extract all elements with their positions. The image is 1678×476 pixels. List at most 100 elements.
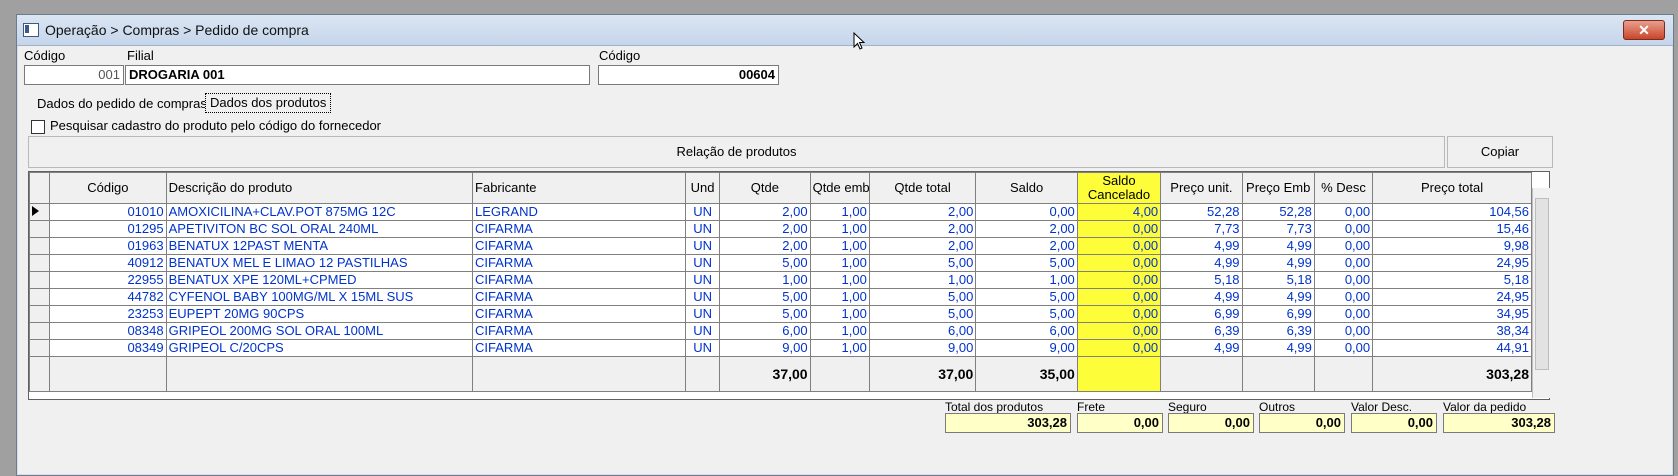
cell-preco-total[interactable]: 38,34 <box>1372 322 1532 340</box>
cell-fabricante[interactable]: CIFARMA <box>472 305 687 323</box>
table-row[interactable]: 01963 BENATUX 12PAST MENTA CIFARMA UN 2,00 1,… <box>28 237 1532 255</box>
cell-qtde-total[interactable]: 9,00 <box>868 339 977 357</box>
col-header[interactable]: Und <box>685 172 721 204</box>
cell-saldo[interactable]: 9,00 <box>975 339 1078 357</box>
cell-qtde-emb[interactable]: 1,00 <box>809 254 870 272</box>
products-grid[interactable]: Código Descrição do produto Fabricante U… <box>28 171 1550 400</box>
cell-desc[interactable]: 0,00 <box>1313 254 1374 272</box>
cell-fabricante[interactable]: CIFARMA <box>472 288 687 306</box>
cell-qtde-emb[interactable]: 1,00 <box>809 288 870 306</box>
cell-desc[interactable]: 0,00 <box>1313 305 1374 323</box>
cell-saldo-cancelado[interactable]: 0,00 <box>1076 220 1162 238</box>
col-header[interactable]: Preço Emb <box>1241 172 1315 204</box>
cell-desc[interactable]: 0,00 <box>1313 288 1374 306</box>
filial-field[interactable]: DROGARIA 001 <box>125 65 590 85</box>
cell-fabricante[interactable]: CIFARMA <box>472 339 687 357</box>
cell-qtde[interactable]: 6,00 <box>719 322 811 340</box>
cell-preco-emb[interactable]: 4,99 <box>1241 237 1315 255</box>
cell-saldo-cancelado[interactable]: 0,00 <box>1076 288 1162 306</box>
cell-saldo[interactable]: 5,00 <box>975 305 1078 323</box>
cell-qtde-emb[interactable]: 1,00 <box>809 322 870 340</box>
cell-qtde-emb[interactable]: 1,00 <box>809 305 870 323</box>
cell-qtde[interactable]: 5,00 <box>719 305 811 323</box>
cell-qtde-emb[interactable]: 1,00 <box>809 237 870 255</box>
cell-codigo[interactable]: 08349 <box>49 339 167 357</box>
cell-codigo[interactable]: 22955 <box>49 271 167 289</box>
tab-dados-produtos[interactable]: Dados dos produtos <box>205 93 332 113</box>
cell-und[interactable]: UN <box>685 203 721 221</box>
cell-qtde-total[interactable]: 5,00 <box>868 254 977 272</box>
cell-saldo-cancelado[interactable]: 4,00 <box>1076 203 1162 221</box>
grid-vertical-scrollbar[interactable] <box>1532 188 1550 398</box>
cell-saldo[interactable]: 1,00 <box>975 271 1078 289</box>
col-header[interactable]: Fabricante <box>472 172 687 204</box>
cell-descricao[interactable]: APETIVITON BC SOL ORAL 240ML <box>165 220 474 238</box>
cell-qtde[interactable]: 2,00 <box>719 237 811 255</box>
cell-preco-unit[interactable]: 6,39 <box>1160 322 1243 340</box>
col-header[interactable]: Preço unit. <box>1160 172 1243 204</box>
cell-fabricante[interactable]: CIFARMA <box>472 271 687 289</box>
cell-saldo-cancelado[interactable]: 0,00 <box>1076 271 1162 289</box>
cell-qtde-emb[interactable]: 1,00 <box>809 271 870 289</box>
cell-fabricante[interactable]: CIFARMA <box>472 254 687 272</box>
row-indicator[interactable] <box>28 339 51 357</box>
row-indicator[interactable] <box>28 305 51 323</box>
cell-qtde[interactable]: 5,00 <box>719 254 811 272</box>
row-indicator[interactable] <box>28 254 51 272</box>
cell-preco-emb[interactable]: 52,28 <box>1241 203 1315 221</box>
cell-codigo[interactable]: 40912 <box>49 254 167 272</box>
cell-codigo[interactable]: 01963 <box>49 237 167 255</box>
cell-qtde[interactable]: 9,00 <box>719 339 811 357</box>
cell-desc[interactable]: 0,00 <box>1313 339 1374 357</box>
cell-descricao[interactable]: EUPEPT 20MG 90CPS <box>165 305 474 323</box>
cell-saldo[interactable]: 0,00 <box>975 203 1078 221</box>
search-by-supplier-checkbox[interactable] <box>31 120 45 134</box>
cell-saldo-cancelado[interactable]: 0,00 <box>1076 322 1162 340</box>
cell-codigo[interactable]: 01295 <box>49 220 167 238</box>
cell-preco-emb[interactable]: 4,99 <box>1241 339 1315 357</box>
cell-desc[interactable]: 0,00 <box>1313 220 1374 238</box>
cell-und[interactable]: UN <box>685 220 721 238</box>
cell-descricao[interactable]: CYFENOL BABY 100MG/ML X 15ML SUS <box>165 288 474 306</box>
cell-qtde-total[interactable]: 2,00 <box>868 237 977 255</box>
cell-saldo[interactable]: 2,00 <box>975 237 1078 255</box>
cell-qtde[interactable]: 1,00 <box>719 271 811 289</box>
valor-desc-field[interactable]: 0,00 <box>1351 413 1437 433</box>
tab-dados-pedido[interactable]: Dados do pedido de compras <box>33 95 211 113</box>
cell-preco-unit[interactable]: 6,99 <box>1160 305 1243 323</box>
cell-saldo-cancelado[interactable]: 0,00 <box>1076 237 1162 255</box>
table-row[interactable]: 08348 GRIPEOL 200MG SOL ORAL 100ML CIFARMA… <box>28 322 1532 340</box>
cell-saldo[interactable]: 5,00 <box>975 288 1078 306</box>
table-row[interactable]: 23253 EUPEPT 20MG 90CPS CIFARMA UN 5,00 1,00 5… <box>28 305 1532 323</box>
cell-fabricante[interactable]: CIFARMA <box>472 220 687 238</box>
cell-descricao[interactable]: GRIPEOL 200MG SOL ORAL 100ML <box>165 322 474 340</box>
cell-und[interactable]: UN <box>685 271 721 289</box>
cell-preco-total[interactable]: 34,95 <box>1372 305 1532 323</box>
cell-desc[interactable]: 0,00 <box>1313 237 1374 255</box>
close-button[interactable]: ✕ <box>1623 20 1665 40</box>
table-row[interactable]: 01010 AMOXICILINA+CLAV.POT 875MG 12C LEGRA… <box>28 203 1532 221</box>
cell-preco-emb[interactable]: 7,73 <box>1241 220 1315 238</box>
seguro-field[interactable]: 0,00 <box>1168 413 1254 433</box>
outros-field[interactable]: 0,00 <box>1259 413 1345 433</box>
row-indicator[interactable] <box>28 237 51 255</box>
cell-codigo[interactable]: 23253 <box>49 305 167 323</box>
table-row[interactable]: 08349 GRIPEOL C/20CPS CIFARMA UN 9,00 1,00 9,0… <box>28 339 1532 357</box>
cell-descricao[interactable]: BENATUX XPE 120ML+CPMED <box>165 271 474 289</box>
table-row[interactable]: 01295 APETIVITON BC SOL ORAL 240ML CIFARMA… <box>28 220 1532 238</box>
table-row[interactable]: 44782 CYFENOL BABY 100MG/ML X 15ML SUS CIF… <box>28 288 1532 306</box>
row-indicator[interactable] <box>28 203 51 221</box>
cell-preco-unit[interactable]: 5,18 <box>1160 271 1243 289</box>
cell-descricao[interactable]: BENATUX MEL E LIMAO 12 PASTILHAS <box>165 254 474 272</box>
cell-preco-unit[interactable]: 4,99 <box>1160 288 1243 306</box>
cell-preco-unit[interactable]: 4,99 <box>1160 254 1243 272</box>
cell-codigo[interactable]: 44782 <box>49 288 167 306</box>
col-header[interactable]: Qtde <box>719 172 811 204</box>
frete-field[interactable]: 0,00 <box>1077 413 1163 433</box>
cell-qtde[interactable]: 2,00 <box>719 220 811 238</box>
cell-preco-emb[interactable]: 4,99 <box>1241 254 1315 272</box>
table-row[interactable]: 40912 BENATUX MEL E LIMAO 12 PASTILHAS CIF… <box>28 254 1532 272</box>
cell-saldo-cancelado[interactable]: 0,00 <box>1076 305 1162 323</box>
copy-button[interactable]: Copiar <box>1447 136 1553 168</box>
cell-fabricante[interactable]: LEGRAND <box>472 203 687 221</box>
